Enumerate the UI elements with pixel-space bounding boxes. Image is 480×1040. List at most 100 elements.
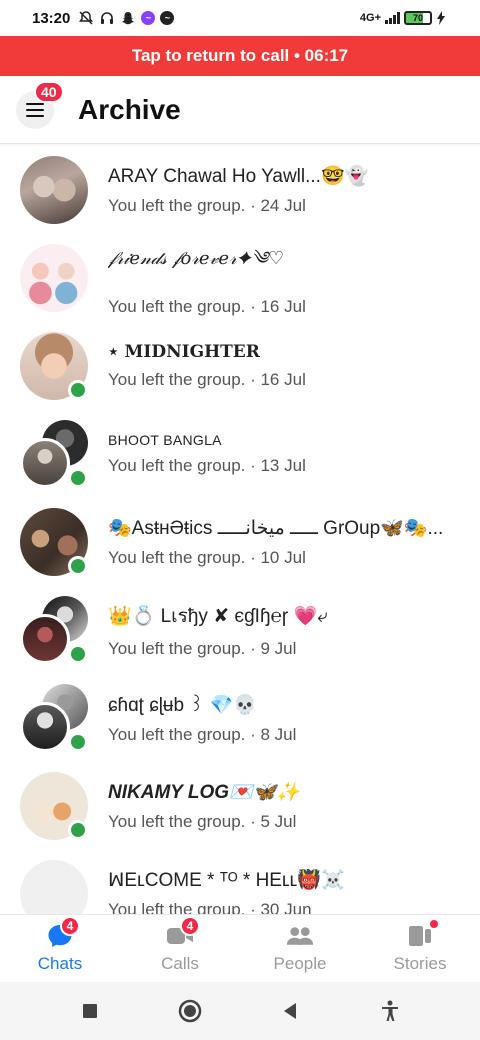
chat-preview: You left the group. · 9 Jul	[108, 639, 297, 658]
tab-stories[interactable]: Stories	[360, 915, 480, 982]
tab-label: Chats	[37, 953, 83, 973]
chat-preview: You left the group. · 16 Jul	[108, 297, 306, 316]
chat-preview: You left the group. · 5 Jul	[108, 812, 297, 831]
back-button[interactable]	[275, 996, 305, 1026]
tab-chats[interactable]: 4 Chats	[0, 915, 120, 982]
headphones-icon	[101, 12, 114, 24]
avatar-stack	[20, 596, 88, 664]
chat-row[interactable]: NIKAMY LOG💌🦋✨ You left the group. · 5 Ju…	[0, 762, 480, 850]
avatar	[20, 244, 88, 312]
chat-name: 👑💍 Lเรђy ✘ єɠӀɧ℮ɼ 💗⤶	[108, 606, 328, 627]
chat-text: BHOOT BANGLA You left the group. · 13 Ju…	[108, 432, 453, 476]
avatar	[20, 772, 88, 840]
avatar	[20, 332, 88, 400]
chat-text: ꟽΕʟϹΟΜΕ * ᵀᴼ * ΗΕʟʟ👹☠️ You left the grou…	[108, 868, 453, 914]
chat-row[interactable]: ⋆ MIDNIGHTER You left the group. · 16 Ju…	[0, 322, 480, 410]
status-bar: 13:20 ~ ~ 4G+ 70	[0, 0, 480, 36]
chat-text: 𝒻𝓇𝒾𝑒𝓃𝒹𝓈 𝒻𝑜𝓇𝑒𝓋𝑒𝓇✦༄♡ You left the group. ·…	[108, 239, 453, 317]
chat-bubble-icon: 4	[46, 915, 80, 948]
group-photo	[20, 860, 88, 914]
chat-row[interactable]: 👑💍 Lเรђy ✘ єɠӀɧ℮ɼ 💗⤶ You left the group.…	[0, 586, 480, 674]
online-indicator	[68, 468, 88, 488]
chat-row[interactable]: ARAY Chawal Ho Yawll...🤓👻 You left the g…	[0, 146, 480, 234]
tab-label: Calls	[161, 953, 199, 973]
online-indicator	[68, 380, 88, 400]
group-photo	[20, 244, 88, 312]
member-photo	[20, 702, 70, 752]
online-indicator	[68, 556, 88, 576]
snapchat-icon	[122, 12, 135, 25]
tab-people[interactable]: People	[240, 915, 360, 982]
online-indicator	[68, 644, 88, 664]
avatar	[20, 508, 88, 576]
status-right: 4G+ 70	[360, 11, 446, 25]
status-left: 13:20 ~ ~	[32, 10, 175, 27]
avatar-stack	[20, 684, 88, 752]
chat-name: ARAY Chawal Ho Yawll...🤓👻	[108, 166, 369, 187]
page-title: Archive	[78, 93, 181, 125]
chat-text: 👑💍 Lเรђy ✘ єɠӀɧ℮ɼ 💗⤶ You left the group.…	[108, 601, 453, 659]
app-header: 40 Archive	[0, 76, 480, 144]
stories-notification-dot	[428, 917, 440, 930]
home-button[interactable]	[175, 996, 205, 1026]
triangle-back-icon	[284, 1003, 296, 1019]
chat-preview: You left the group. · 24 Jul	[108, 196, 306, 215]
tab-label: People	[273, 953, 327, 973]
accessibility-button[interactable]	[375, 996, 405, 1026]
square-icon	[83, 1004, 97, 1018]
chat-name: 𝒻𝓇𝒾𝑒𝓃𝒹𝓈 𝒻𝑜𝓇𝑒𝓋𝑒𝓇✦༄♡	[108, 248, 285, 269]
charging-icon	[437, 11, 445, 25]
chat-text: 🎭AsŧнƏŧics ـــــ میخانـــــ GrOup🦋🎭... Y…	[108, 516, 453, 568]
online-indicator	[68, 820, 88, 840]
tab-label: Stories	[393, 953, 447, 973]
bottom-tab-bar: 4 Chats 4 Calls People Stories	[0, 914, 480, 982]
accessibility-icon	[382, 1000, 398, 1021]
chats-badge: 4	[60, 915, 80, 936]
chat-text: ⋆ MIDNIGHTER You left the group. · 16 Ju…	[108, 342, 453, 390]
messenger-notification-icon: ~	[141, 11, 156, 25]
chat-preview: You left the group. · 10 Jul	[108, 548, 306, 567]
chat-name: BHOOT BANGLA	[108, 432, 222, 448]
tab-calls[interactable]: 4 Calls	[120, 915, 240, 982]
chat-preview: You left the group. · 13 Jul	[108, 456, 306, 475]
app-root: 13:20 ~ ~ 4G+ 70 Tap to return to call •…	[0, 0, 480, 1040]
group-photo	[20, 156, 88, 224]
menu-badge: 40	[34, 80, 64, 103]
menu-button[interactable]: 40	[16, 80, 64, 129]
chat-name: 🎭AsŧнƏŧics ـــــ میخانـــــ GrOup🦋🎭...	[108, 518, 444, 539]
chat-row[interactable]: BHOOT BANGLA You left the group. · 13 Ju…	[0, 410, 480, 498]
hamburger-icon	[26, 102, 44, 117]
avatar	[20, 860, 88, 914]
chat-text: ɕɦɑʈ ɕɭʉb ꒱ 💎💀 You left the group. · 8 J…	[108, 691, 453, 745]
stories-icon	[406, 917, 440, 948]
member-photo	[20, 438, 70, 488]
recents-button[interactable]	[75, 996, 105, 1026]
do-not-disturb-icon	[79, 11, 94, 25]
chat-preview: You left the group. · 16 Jul	[108, 370, 306, 389]
online-indicator	[68, 732, 88, 752]
status-notification-icons: ~ ~	[78, 10, 175, 26]
chat-name: NIKAMY LOG💌🦋✨	[108, 782, 301, 803]
chat-name: ꟽΕʟϹΟΜΕ * ᵀᴼ * ΗΕʟʟ👹☠️	[108, 870, 345, 891]
chat-row[interactable]: ɕɦɑʈ ɕɭʉb ꒱ 💎💀 You left the group. · 8 J…	[0, 674, 480, 762]
avatar-stack	[20, 420, 88, 488]
calls-badge: 4	[180, 915, 200, 936]
chat-text: ARAY Chawal Ho Yawll...🤓👻 You left the g…	[108, 164, 453, 216]
battery-icon: 70	[404, 11, 432, 25]
video-camera-icon: 4	[166, 915, 200, 948]
chat-row[interactable]: ꟽΕʟϹΟΜΕ * ᵀᴼ * ΗΕʟʟ👹☠️ You left the grou…	[0, 850, 480, 914]
messenger-notification-icon-2: ~	[160, 11, 175, 25]
people-icon	[286, 924, 314, 948]
call-banner-text: Tap to return to call • 06:17	[131, 46, 349, 65]
archived-chat-list: ARAY Chawal Ho Yawll...🤓👻 You left the g…	[0, 146, 480, 914]
return-to-call-banner[interactable]: Tap to return to call • 06:17	[0, 36, 480, 76]
chat-text: NIKAMY LOG💌🦋✨ You left the group. · 5 Ju…	[108, 780, 453, 832]
chat-row[interactable]: 🎭AsŧнƏŧics ـــــ میخانـــــ GrOup🦋🎭... Y…	[0, 498, 480, 586]
circle-icon	[178, 999, 202, 1023]
system-navigation-bar	[0, 982, 480, 1040]
member-photo	[20, 614, 70, 664]
chat-preview: You left the group. · 8 Jul	[108, 725, 297, 744]
chat-row[interactable]: 𝒻𝓇𝒾𝑒𝓃𝒹𝓈 𝒻𝑜𝓇𝑒𝓋𝑒𝓇✦༄♡ You left the group. ·…	[0, 234, 480, 322]
chat-name: ɕɦɑʈ ɕɭʉb ꒱ 💎💀	[108, 695, 257, 716]
signal-icon	[385, 12, 400, 24]
